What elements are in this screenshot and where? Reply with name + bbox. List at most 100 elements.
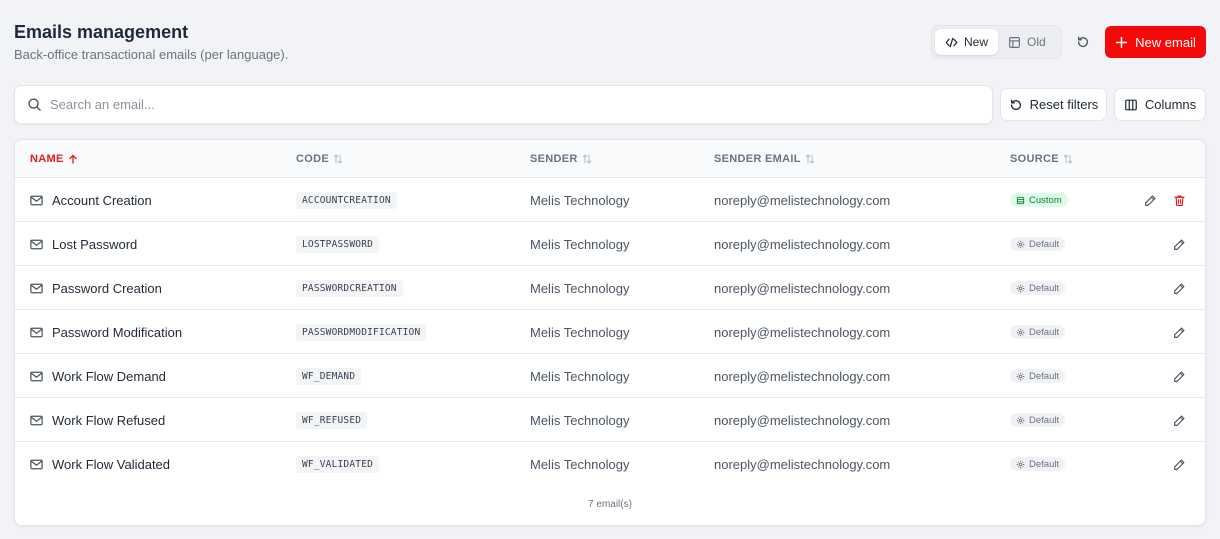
column-header-code[interactable]: CODE: [296, 153, 343, 165]
source-cell: Default: [1010, 310, 1066, 354]
pencil-icon: [1144, 194, 1156, 206]
source-badge-label: Default: [1029, 238, 1060, 250]
source-badge-label: Default: [1029, 458, 1060, 470]
table-header: NAME CODE SENDER SENDER EMAIL SOURCE: [15, 140, 1205, 178]
edit-button[interactable]: [1171, 456, 1187, 472]
sort-icon: [1063, 154, 1073, 164]
sort-icon: [805, 154, 814, 164]
email-sender: Melis Technology: [530, 456, 630, 472]
source-badge: Default: [1010, 237, 1066, 251]
gear-icon: [1016, 416, 1025, 424]
reset-filters-button[interactable]: Reset filters: [1000, 88, 1107, 121]
refresh-icon: [1077, 36, 1089, 48]
code-cell: WF_VALIDATED: [296, 442, 380, 486]
table-row[interactable]: Account Creation ACCOUNTCREATION Melis T…: [15, 178, 1205, 222]
edit-button[interactable]: [1171, 280, 1187, 296]
table-row[interactable]: Lost Password LOSTPASSWORD Melis Technol…: [15, 222, 1205, 266]
column-header-sender[interactable]: SENDER: [530, 153, 592, 165]
gear-icon: [1016, 372, 1025, 380]
email-code: ACCOUNTCREATION: [296, 191, 397, 209]
source-badge-label: Default: [1029, 282, 1060, 294]
source-badge-label: Custom: [1029, 194, 1062, 206]
delete-button[interactable]: [1171, 192, 1187, 208]
column-header-name-label: NAME: [30, 153, 64, 165]
column-header-sender-email[interactable]: SENDER EMAIL: [714, 153, 815, 165]
source-badge: Custom: [1010, 193, 1068, 207]
email-sender: Melis Technology: [530, 368, 630, 384]
email-name: Password Modification: [52, 324, 183, 340]
source-badge-label: Default: [1029, 326, 1060, 338]
source-badge-label: Default: [1029, 414, 1060, 426]
name-cell: Work Flow Demand: [29, 354, 166, 398]
emails-table: NAME CODE SENDER SENDER EMAIL SOURCE Acc…: [14, 139, 1206, 526]
code-cell: ACCOUNTCREATION: [296, 178, 397, 222]
refresh-button[interactable]: [1071, 30, 1095, 54]
name-cell: Password Modification: [29, 310, 182, 354]
pencil-icon: [1173, 370, 1185, 382]
table-row[interactable]: Work Flow Demand WF_DEMAND Melis Technol…: [15, 354, 1205, 398]
code-cell: PASSWORDMODIFICATION: [296, 310, 427, 354]
reset-filters-label: Reset filters: [1029, 97, 1099, 112]
new-email-button[interactable]: New email: [1105, 26, 1206, 58]
table-row[interactable]: Work Flow Validated WF_VALIDATED Melis T…: [15, 442, 1205, 486]
email-code: WF_VALIDATED: [296, 455, 380, 473]
edit-button[interactable]: [1171, 368, 1187, 384]
email-code: PASSWORDCREATION: [296, 279, 403, 297]
email-sender-address: noreply@melistechnology.com: [714, 412, 891, 428]
source-cell: Default: [1010, 398, 1066, 442]
email-code: PASSWORDMODIFICATION: [296, 323, 427, 341]
edit-button[interactable]: [1171, 324, 1187, 340]
code-cell: WF_REFUSED: [296, 398, 368, 442]
email-sender-address: noreply@melistechnology.com: [714, 236, 891, 252]
sort-ascending-icon: [68, 154, 77, 164]
edit-button[interactable]: [1171, 412, 1187, 428]
search-input[interactable]: [50, 97, 970, 112]
mail-icon: [30, 195, 43, 205]
email-sender-address: noreply@melistechnology.com: [714, 368, 891, 384]
edit-button[interactable]: [1171, 236, 1187, 252]
gear-icon: [1016, 460, 1025, 468]
search-icon: [28, 98, 41, 111]
pencil-icon: [1173, 238, 1185, 250]
column-header-name[interactable]: NAME: [30, 153, 78, 165]
reset-icon: [1010, 99, 1021, 110]
source-cell: Default: [1010, 442, 1066, 486]
column-header-source-label: SOURCE: [1010, 153, 1059, 165]
source-cell: Custom: [1010, 178, 1068, 222]
email-name: Lost Password: [52, 236, 138, 252]
columns-icon: [1124, 99, 1137, 110]
source-cell: Default: [1010, 222, 1066, 266]
email-sender: Melis Technology: [530, 236, 630, 252]
source-badge: Default: [1010, 457, 1066, 471]
page-subtitle: Back-office transactional emails (per la…: [14, 47, 289, 62]
column-header-source[interactable]: SOURCE: [1010, 153, 1073, 165]
email-sender-address: noreply@melistechnology.com: [714, 280, 891, 296]
code-cell: PASSWORDCREATION: [296, 266, 403, 310]
mail-icon: [30, 327, 43, 337]
toggle-old-button[interactable]: Old: [998, 29, 1056, 55]
source-badge: Default: [1010, 369, 1066, 383]
email-code: WF_DEMAND: [296, 367, 362, 385]
pencil-icon: [1173, 414, 1185, 426]
email-name: Work Flow Demand: [52, 368, 166, 384]
email-sender-address: noreply@melistechnology.com: [714, 324, 891, 340]
columns-button[interactable]: Columns: [1114, 88, 1206, 121]
code-cell: LOSTPASSWORD: [296, 222, 380, 266]
mail-icon: [30, 371, 43, 381]
table-row[interactable]: Password Modification PASSWORDMODIFICATI…: [15, 310, 1205, 354]
search-box: [14, 85, 993, 124]
toggle-new-button[interactable]: New: [935, 29, 999, 55]
table-row[interactable]: Work Flow Refused WF_REFUSED Melis Techn…: [15, 398, 1205, 442]
name-cell: Work Flow Refused: [29, 398, 165, 442]
row-count: 7 email(s): [588, 499, 632, 510]
table-row[interactable]: Password Creation PASSWORDCREATION Melis…: [15, 266, 1205, 310]
column-header-sender-label: SENDER: [530, 153, 578, 165]
edit-button[interactable]: [1142, 192, 1158, 208]
mail-icon: [30, 283, 43, 293]
trash-icon: [1173, 194, 1185, 206]
page-title: Emails management: [14, 22, 189, 42]
email-name: Work Flow Refused: [52, 412, 166, 428]
layout-icon: [1009, 36, 1020, 48]
toggle-new-label: New: [964, 35, 989, 49]
email-sender-address: noreply@melistechnology.com: [714, 456, 891, 472]
